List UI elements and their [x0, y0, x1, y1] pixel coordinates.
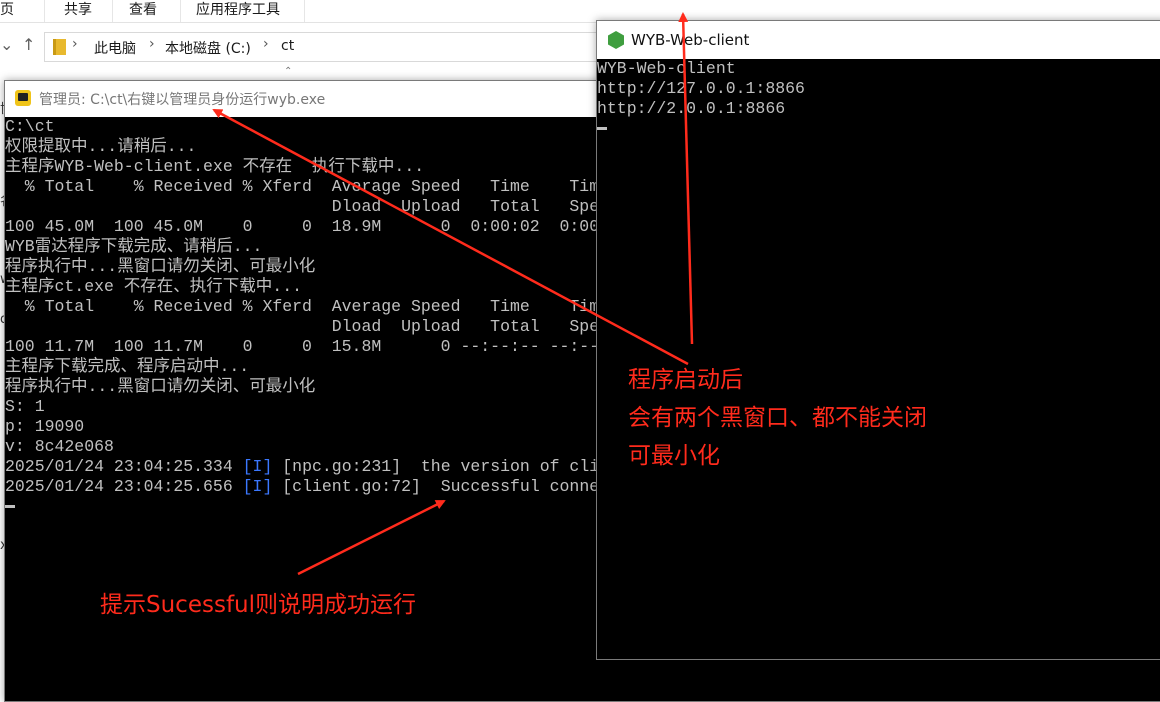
arrow-to-successful-log [297, 499, 446, 576]
arrow-to-admin-title [212, 108, 689, 366]
annotation-line: 可最小化 [628, 443, 720, 469]
annotation-right: 程序启动后 会有两个黑窗口、都不能关闭 可最小化 [628, 361, 927, 475]
annotation-bottom: 提示Sucessful则说明成功运行 [100, 592, 417, 618]
arrow-to-client-title [678, 12, 694, 345]
annotation-line: 会有两个黑窗口、都不能关闭 [628, 405, 927, 431]
annotation-line: 程序启动后 [628, 367, 743, 393]
